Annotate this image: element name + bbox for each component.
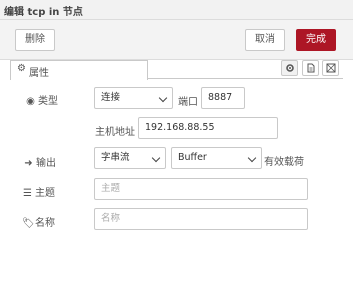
settings-tab-button[interactable]: [281, 60, 298, 76]
topic-input[interactable]: 主题: [94, 178, 308, 200]
done-button[interactable]: 完成: [296, 29, 336, 51]
radio-dot-icon: ◉: [26, 96, 35, 107]
description-tab-button[interactable]: [302, 60, 319, 76]
tag-icon: 🏷: [22, 218, 35, 229]
port-input[interactable]: 8887: [201, 87, 245, 109]
type-select[interactable]: 连接: [94, 87, 173, 109]
tab-properties-label: 属性: [29, 68, 49, 79]
gear-icon: ⚙: [17, 63, 26, 74]
output-format-select[interactable]: Buffer: [171, 147, 262, 169]
settings-icon: [286, 64, 294, 72]
output-type-select[interactable]: 字串流: [94, 147, 166, 169]
frame-icon: [326, 63, 336, 73]
list-icon: ☰: [23, 188, 32, 199]
appearance-tab-button[interactable]: [322, 60, 339, 76]
host-input[interactable]: 192.168.88.55: [138, 117, 278, 139]
output-label: 输出: [36, 158, 56, 169]
name-label: 名称: [35, 218, 55, 229]
topic-label: 主题: [35, 188, 55, 199]
cancel-button[interactable]: 取消: [245, 29, 285, 51]
host-label: 主机地址: [95, 127, 135, 138]
dialog-titlebar: 编辑 tcp in 节点: [0, 0, 353, 20]
dialog-toolbar: 删除 取消 完成: [0, 20, 353, 60]
type-label-row: ◉ 类型: [25, 92, 58, 107]
output-label-row: ➜ 输出: [23, 154, 56, 169]
topic-label-row: ☰ 主题: [22, 184, 55, 199]
output-suffix-label: 有效载荷: [264, 157, 304, 168]
delete-button[interactable]: 删除: [15, 29, 55, 51]
type-label: 类型: [38, 96, 58, 107]
name-input[interactable]: 名称: [94, 208, 308, 230]
name-label-row: 🏷名称: [22, 214, 55, 229]
dialog-title: 编辑 tcp in 节点: [4, 7, 83, 18]
port-label: 端口: [178, 97, 198, 108]
sign-in-icon: ➜: [24, 158, 33, 169]
document-icon: [307, 63, 315, 73]
tab-properties[interactable]: ⚙ 属性: [10, 60, 148, 80]
